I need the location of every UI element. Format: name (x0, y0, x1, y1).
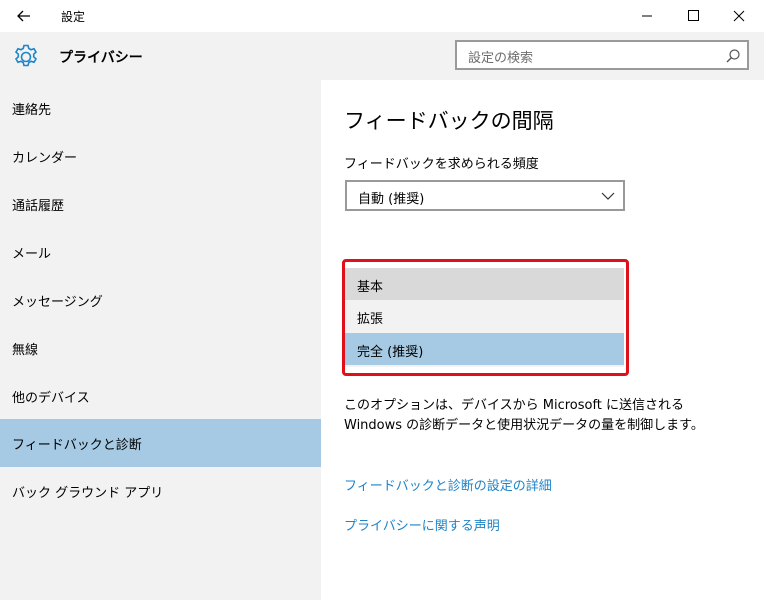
sidebar-item-label: メッセージング (12, 295, 103, 310)
back-arrow-icon (17, 10, 30, 22)
back-button[interactable] (10, 4, 38, 28)
section-title: フィードバックの間隔 (344, 109, 554, 133)
sidebar: 連絡先 カレンダー 通話履歴 メール メッセージング 無線 他のデバイス フィー… (0, 80, 321, 600)
frequency-select[interactable]: 自動 (推奨) (345, 180, 625, 211)
page-title: プライバシー (59, 50, 143, 66)
sidebar-item-email[interactable]: メール (0, 228, 321, 276)
sidebar-item-label: 他のデバイス (12, 391, 90, 406)
sidebar-item-call-history[interactable]: 通話履歴 (0, 180, 321, 228)
window-title: 設定 (61, 10, 86, 24)
sidebar-item-label: 無線 (12, 343, 39, 358)
frequency-label: フィードバックを求められる頻度 (344, 157, 539, 172)
gear-icon (12, 43, 40, 71)
frequency-value: 自動 (推奨) (358, 192, 425, 207)
sidebar-item-label: 連絡先 (12, 103, 52, 118)
sidebar-item-background-apps[interactable]: バック グラウンド アプリ (0, 467, 321, 515)
sidebar-item-other-devices[interactable]: 他のデバイス (0, 372, 321, 420)
sidebar-item-label: フィードバックと診断 (12, 438, 142, 453)
search-input[interactable]: 設定の検索 (455, 40, 749, 70)
close-button[interactable] (716, 0, 762, 32)
settings-header: プライバシー 設定の検索 (0, 32, 764, 80)
minimize-button[interactable] (624, 0, 670, 32)
chevron-down-icon (601, 192, 615, 200)
sidebar-item-feedback-diagnostics[interactable]: フィードバックと診断 (0, 419, 321, 467)
highlight-annotation-box (342, 259, 629, 376)
privacy-statement-link[interactable]: プライバシーに関する声明 (344, 515, 500, 534)
search-placeholder: 設定の検索 (468, 51, 534, 66)
sidebar-item-calendar[interactable]: カレンダー (0, 132, 321, 180)
feedback-settings-details-link[interactable]: フィードバックと診断の設定の詳細 (344, 475, 552, 494)
sidebar-item-radios[interactable]: 無線 (0, 324, 321, 372)
search-icon[interactable] (725, 48, 741, 64)
sidebar-item-label: 通話履歴 (12, 199, 65, 214)
description-text: このオプションは、デバイスから Microsoft に送信される Windows… (344, 398, 704, 433)
minimize-icon (642, 15, 652, 17)
sidebar-item-contacts[interactable]: 連絡先 (0, 84, 321, 132)
maximize-button[interactable] (670, 0, 716, 32)
sidebar-item-messaging[interactable]: メッセージング (0, 276, 321, 324)
sidebar-item-label: メール (12, 247, 52, 262)
sidebar-item-label: カレンダー (12, 151, 78, 166)
sidebar-item-label: バック グラウンド アプリ (12, 486, 164, 501)
title-bar: 設定 (0, 0, 764, 32)
maximize-icon (688, 10, 699, 21)
close-icon (733, 10, 745, 22)
